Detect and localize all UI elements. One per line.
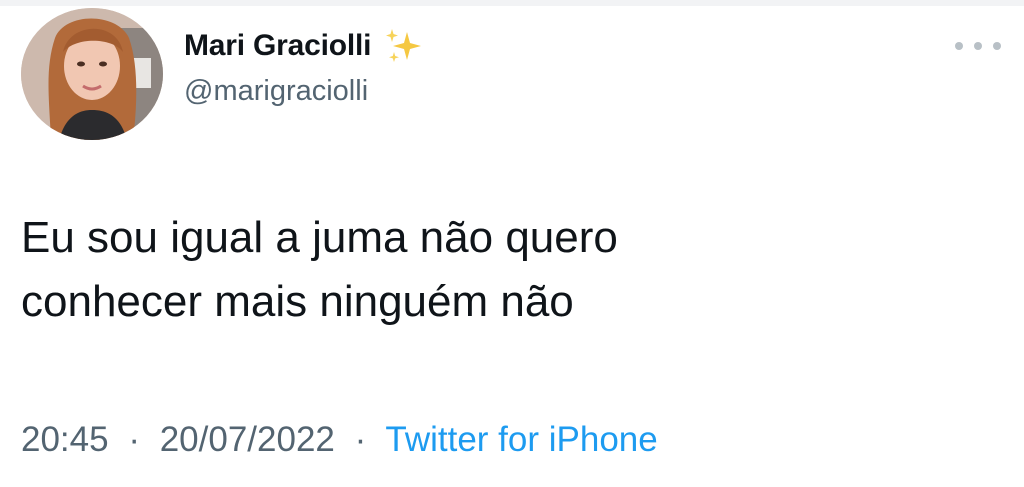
more-dot-icon <box>974 42 982 50</box>
tweet-card: Mari Graciolli @marigraciolli Eu sou igu… <box>0 0 1024 487</box>
tweet-date[interactable]: 20/07/2022 <box>160 420 335 459</box>
handle[interactable]: @marigraciolli <box>184 75 427 108</box>
separator: · <box>128 420 140 459</box>
more-dot-icon <box>955 42 963 50</box>
tweet-metadata: 20:45 · 20/07/2022 · Twitter for iPhone <box>21 420 658 460</box>
tweet-text: Eu sou igual a juma não quero conhecer m… <box>21 213 618 326</box>
tweet-source-link[interactable]: Twitter for iPhone <box>385 420 657 459</box>
separator: · <box>354 420 367 459</box>
name-row: Mari Graciolli <box>184 24 427 68</box>
sparkles-icon <box>383 26 427 66</box>
avatar-photo <box>21 8 163 140</box>
more-options-button[interactable] <box>955 34 1001 58</box>
display-name[interactable]: Mari Graciolli <box>184 29 371 63</box>
avatar[interactable] <box>21 8 163 140</box>
more-dot-icon <box>993 42 1001 50</box>
tweet-time[interactable]: 20:45 <box>21 420 109 459</box>
author-block: Mari Graciolli @marigraciolli <box>184 24 427 108</box>
